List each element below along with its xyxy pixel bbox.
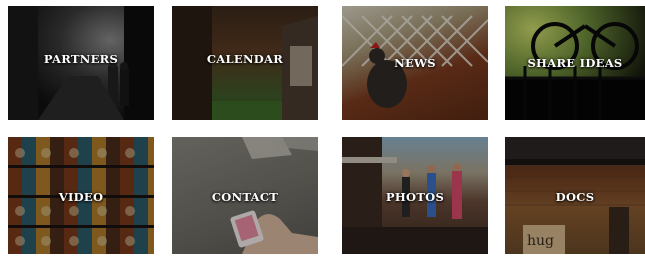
tile-photos[interactable]: PHOTOS: [342, 137, 488, 254]
tile-label-photos: PHOTOS: [385, 190, 445, 204]
tile-share-ideas[interactable]: SHARE IDEAS: [505, 6, 645, 120]
tile-calendar[interactable]: CALENDAR: [172, 6, 318, 120]
tile-partners[interactable]: PARTNERS: [8, 6, 154, 120]
tile-label-share-ideas: SHARE IDEAS: [527, 56, 623, 70]
tile-label-news: NEWS: [394, 56, 436, 70]
tile-label-docs: DOCS: [555, 190, 595, 204]
tile-news[interactable]: NEWS: [342, 6, 488, 120]
tile-label-video: VIDEO: [58, 190, 104, 204]
tile-docs[interactable]: hug DOCS: [505, 137, 645, 254]
tile-label-calendar: CALENDAR: [206, 52, 284, 66]
tile-label-partners: PARTNERS: [43, 52, 119, 66]
tile-contact[interactable]: CONTACT: [172, 137, 318, 254]
tile-video[interactable]: VIDEO: [8, 137, 154, 254]
tile-label-contact: CONTACT: [211, 190, 279, 204]
